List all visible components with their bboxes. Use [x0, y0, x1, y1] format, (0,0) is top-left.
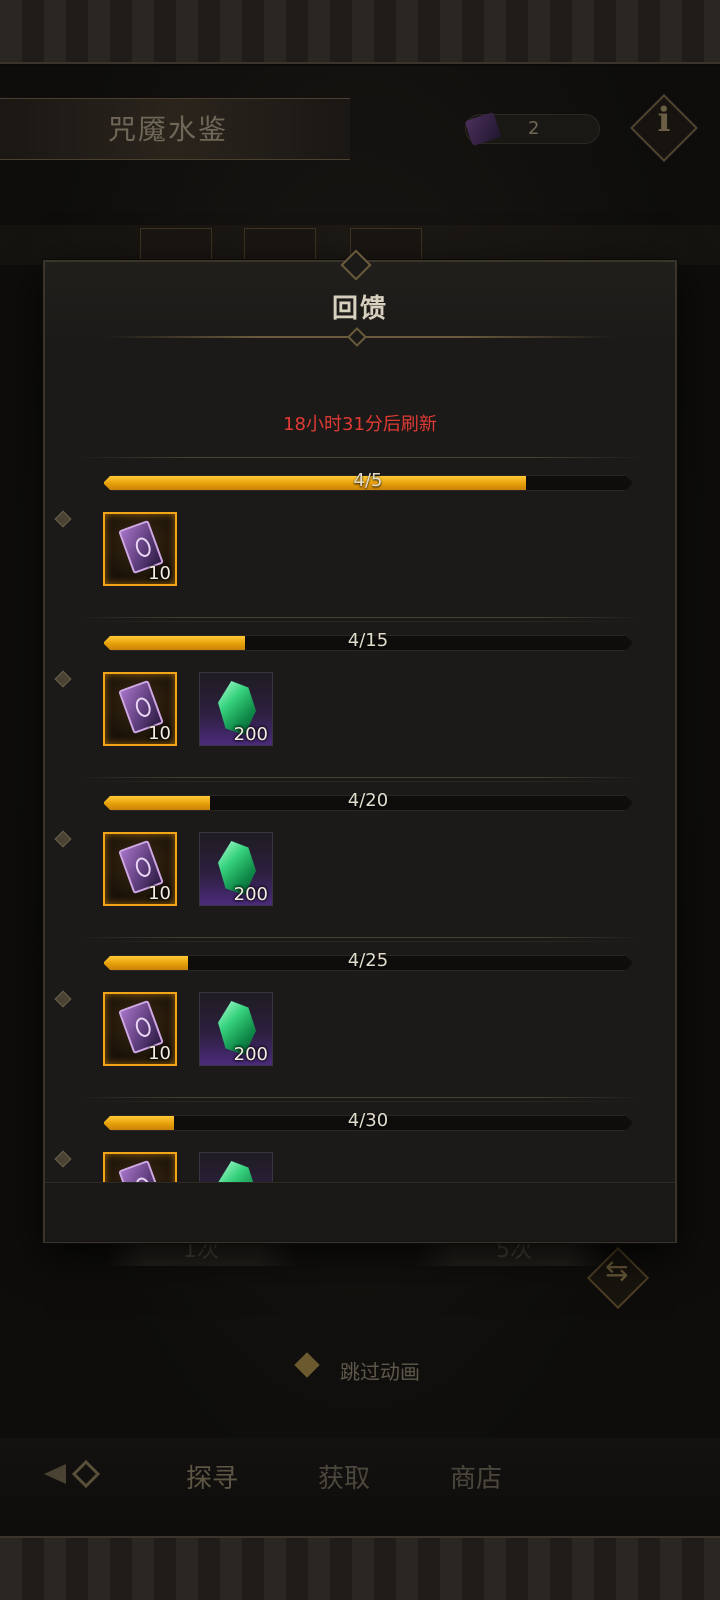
reward-quantity: 10: [148, 563, 171, 584]
milestone-bullet: [54, 670, 72, 688]
banner-card[interactable]: [140, 228, 212, 262]
reward-quantity: 200: [233, 724, 268, 745]
reward-quantity: 10: [148, 1043, 171, 1064]
row-divider: [75, 937, 645, 938]
skip-animation-label[interactable]: 跳过动画: [340, 1356, 420, 1385]
progress-label: 4/20: [347, 790, 389, 811]
reward-gem[interactable]: 200: [199, 832, 273, 906]
reward-ticket[interactable]: 10: [103, 672, 177, 746]
bottom-ornament-border: [0, 1536, 720, 1600]
milestone-row: 4/20 10 200: [45, 777, 675, 937]
row-divider: [75, 617, 645, 618]
row-divider: [75, 1097, 645, 1098]
info-icon: i: [657, 100, 671, 140]
reward-ticket[interactable]: 10: [103, 832, 177, 906]
row-divider: [75, 457, 645, 458]
row-divider: [75, 781, 645, 782]
milestone-row: 4/5 10: [45, 457, 675, 617]
modal-title: 回馈: [331, 294, 388, 324]
progress-label: 4/15: [347, 630, 389, 651]
feedback-modal: 回馈 18小时31分后刷新 4/5 10 4/15 10 200 4/20 10…: [43, 249, 677, 1243]
milestone-row: 4/15 10 200: [45, 617, 675, 777]
back-arrow-icon[interactable]: [44, 1460, 100, 1488]
row-divider: [75, 621, 645, 622]
reward-ticket[interactable]: 10: [103, 512, 177, 586]
screen-title: 咒魇水鉴: [108, 113, 229, 146]
row-divider: [75, 941, 645, 942]
row-divider: [75, 1101, 645, 1102]
top-ornament-border: [0, 0, 720, 64]
nav-shop[interactable]: 商店: [450, 1458, 502, 1495]
milestone-bullet: [54, 990, 72, 1008]
reward-quantity: 10: [148, 723, 171, 744]
modal-footer: [45, 1182, 675, 1242]
milestone-list[interactable]: 4/5 10 4/15 10 200 4/20 10 200 4/25 10 2…: [45, 457, 675, 1199]
swap-icon: ⇆: [605, 1254, 629, 1287]
banner-card[interactable]: [244, 228, 316, 262]
reward-gem[interactable]: 200: [199, 672, 273, 746]
reward-quantity: 200: [233, 884, 268, 905]
progress-label: 4/25: [347, 950, 389, 971]
progress-label: 4/5: [353, 470, 383, 491]
reward-ticket[interactable]: 10: [103, 992, 177, 1066]
reward-quantity: 10: [148, 883, 171, 904]
refresh-countdown: 18小时31分后刷新: [283, 414, 437, 435]
nav-explore[interactable]: 探寻: [186, 1458, 238, 1495]
milestone-row: 4/25 10 200: [45, 937, 675, 1097]
milestone-bullet: [54, 510, 72, 528]
reward-quantity: 200: [233, 1044, 268, 1065]
row-divider: [75, 777, 645, 778]
reward-gem[interactable]: 200: [199, 992, 273, 1066]
ticket-count: 2: [528, 118, 540, 139]
milestone-bullet: [54, 1150, 72, 1168]
milestone-bullet: [54, 830, 72, 848]
nav-acquire[interactable]: 获取: [318, 1458, 370, 1495]
progress-label: 4/30: [347, 1110, 389, 1131]
